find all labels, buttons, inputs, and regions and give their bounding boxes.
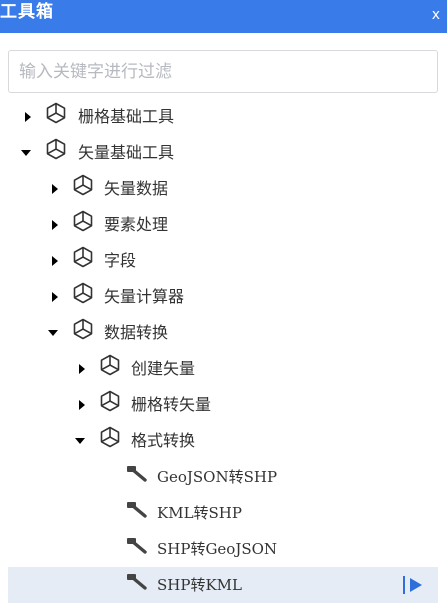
hammer-icon [126, 537, 147, 559]
caret-right-icon[interactable] [23, 112, 33, 122]
title-bar: 工具箱 x [0, 0, 447, 33]
run-icon[interactable] [402, 575, 424, 595]
tree-node-label: 要素处理 [104, 215, 169, 234]
caret-right-icon[interactable] [50, 256, 60, 266]
tree-node-fields[interactable]: 字段 [0, 243, 447, 279]
tool-label: SHP转GeoJSON [157, 540, 278, 558]
tree-node-label: 字段 [104, 251, 137, 270]
tree-node-create-vector[interactable]: 创建矢量 [0, 351, 447, 387]
caret-right-icon[interactable] [50, 220, 60, 230]
window-title: 工具箱 [0, 2, 54, 22]
tool-tree: 栅格基础工具 矢量基础工具 矢量数据 要素处理 字段 矢量计算器 数据转换 创建… [0, 99, 447, 603]
toolbox-cube-icon [73, 246, 93, 268]
toolbox-cube-icon [73, 318, 93, 340]
tree-node-label: 矢量计算器 [104, 287, 185, 306]
toolbox-cube-icon [46, 102, 66, 124]
tree-node-raster-to-vector[interactable]: 栅格转矢量 [0, 387, 447, 423]
hammer-icon [126, 573, 147, 595]
caret-right-icon[interactable] [50, 184, 60, 194]
hammer-icon [126, 501, 147, 523]
tool-label: SHP转KML [157, 576, 242, 594]
tree-node-label: 矢量数据 [104, 179, 169, 198]
tree-node-label: 数据转换 [104, 323, 169, 342]
toolbox-cube-icon [100, 390, 120, 412]
tree-node-vector-calculator[interactable]: 矢量计算器 [0, 279, 447, 315]
tree-node-data-conversion[interactable]: 数据转换 [0, 315, 447, 351]
caret-down-icon[interactable] [21, 148, 31, 158]
hammer-icon [126, 465, 147, 487]
caret-right-icon[interactable] [77, 400, 87, 410]
toolbox-cube-icon [46, 138, 66, 160]
tool-shp-to-geojson[interactable]: SHP转GeoJSON [0, 531, 447, 567]
tree-node-raster-basic-tools[interactable]: 栅格基础工具 [0, 99, 447, 135]
tree-node-label: 栅格转矢量 [131, 395, 212, 414]
caret-down-icon[interactable] [48, 328, 58, 338]
tool-geojson-to-shp[interactable]: GeoJSON转SHP [0, 459, 447, 495]
tree-node-label: 矢量基础工具 [78, 143, 175, 162]
tool-kml-to-shp[interactable]: KML转SHP [0, 495, 447, 531]
tree-node-label: 栅格基础工具 [78, 107, 175, 126]
toolbox-cube-icon [100, 426, 120, 448]
close-button[interactable]: x [432, 7, 440, 23]
caret-right-icon[interactable] [77, 364, 87, 374]
caret-down-icon[interactable] [75, 436, 85, 446]
tree-node-vector-data[interactable]: 矢量数据 [0, 171, 447, 207]
search-box [8, 50, 438, 93]
toolbox-cube-icon [73, 282, 93, 304]
toolbox-cube-icon [100, 354, 120, 376]
tree-node-label: 创建矢量 [131, 359, 196, 378]
tree-node-format-conversion[interactable]: 格式转换 [0, 423, 447, 459]
caret-right-icon[interactable] [50, 292, 60, 302]
tool-shp-to-kml[interactable]: SHP转KML [8, 567, 438, 603]
tree-node-vector-basic-tools[interactable]: 矢量基础工具 [0, 135, 447, 171]
toolbox-cube-icon [73, 210, 93, 232]
toolbox-cube-icon [73, 174, 93, 196]
tree-node-feature-processing[interactable]: 要素处理 [0, 207, 447, 243]
tool-label: GeoJSON转SHP [157, 468, 278, 486]
tree-node-label: 格式转换 [131, 431, 196, 450]
tool-label: KML转SHP [157, 504, 242, 522]
search-input[interactable] [9, 51, 437, 92]
